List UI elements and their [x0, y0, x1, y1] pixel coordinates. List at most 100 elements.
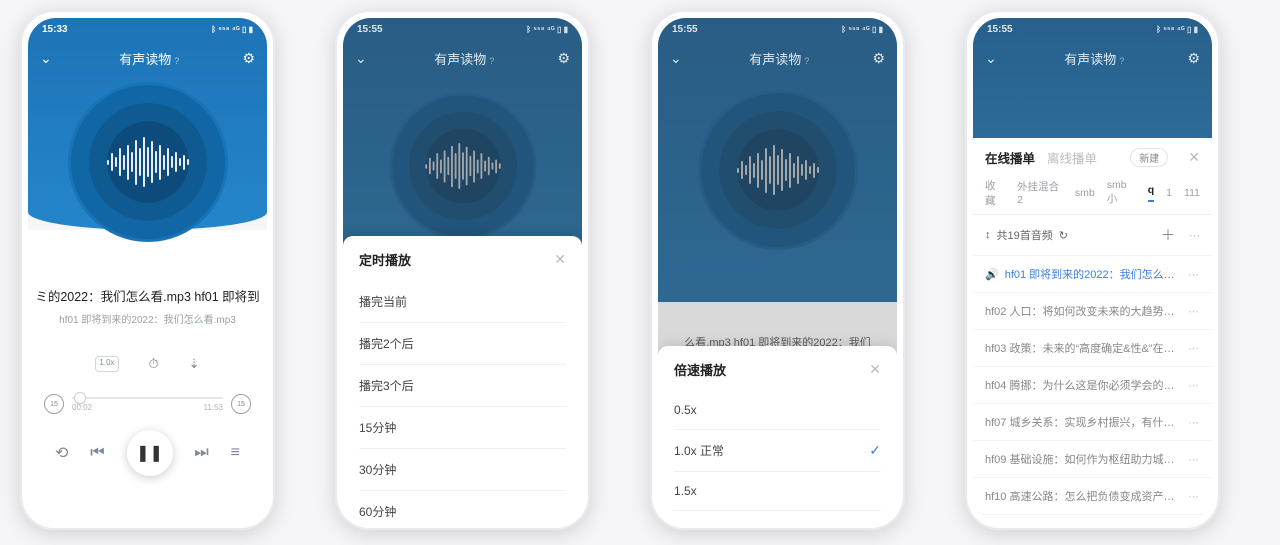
status-bar: 15:55 ᛒ ⁵⁵⁸ ⁴ᴳ ▯ ▮ [973, 18, 1212, 40]
help-icon[interactable]: ? [489, 56, 494, 66]
tab-online[interactable]: 在线播单 [985, 148, 1035, 167]
playlist-item[interactable]: hf07 城乡关系：实现乡村振兴，有什么...⋯ [973, 403, 1212, 440]
chevron-down-icon[interactable]: ⌄ [40, 50, 60, 67]
status-bar: 15:55 ᛒ ⁵⁵⁸ ⁴ᴳ ▯ ▮ [658, 18, 897, 40]
phone-timer: 15:55 ᛒ ⁵⁵⁸ ⁴ᴳ ▯ ▮ ⌄ 有声读物? ⚙ [335, 10, 590, 530]
waveform-icon [737, 145, 819, 195]
status-icons: ᛒ ⁵⁵⁸ ⁴ᴳ ▯ ▮ [1156, 25, 1198, 34]
waveform-icon [425, 143, 500, 189]
track-title: ミ的2022：我们怎么看.mp3 hf01 即将到 [28, 286, 267, 305]
repeat-icon[interactable]: ⟲ [55, 443, 68, 463]
header-title: 有声读物 [119, 52, 171, 67]
header-title: 有声读物 [1064, 52, 1116, 67]
more-icon[interactable]: ⋯ [1188, 416, 1200, 429]
playlist-item[interactable]: hf09 基础设施：如何作为枢纽助力城乡...⋯ [973, 440, 1212, 477]
header: ⌄ 有声读物? ⚙ [973, 40, 1212, 76]
status-time: 15:55 [672, 24, 698, 35]
check-icon: ✓ [869, 442, 881, 459]
rewind-15-button[interactable]: 15 [44, 394, 64, 414]
phone-speed: 15:55 ᛒ ⁵⁵⁸ ⁴ᴳ ▯ ▮ ⌄ 有声读物? ⚙ [650, 10, 905, 530]
playlist-item[interactable]: 🔊hf01 即将到来的2022：我们怎么看...⋯ [973, 255, 1212, 292]
sub-tab[interactable]: smb [1075, 187, 1095, 199]
timer-icon[interactable]: ⏱ [149, 356, 159, 372]
sub-tab[interactable]: q [1148, 184, 1154, 202]
shuffle-icon[interactable]: ↕ [985, 229, 991, 241]
status-time: 15:33 [42, 24, 68, 35]
waveform-icon [107, 137, 189, 187]
more-icon[interactable]: ⋯ [1188, 490, 1200, 503]
add-icon[interactable]: ＋ [1161, 225, 1175, 245]
speed-option[interactable]: 2.0x [674, 510, 881, 522]
sub-tab[interactable]: 1 [1166, 187, 1172, 199]
more-icon[interactable]: ⋯ [1188, 305, 1200, 318]
header: ⌄ 有声读物? ⚙ [343, 40, 582, 76]
playlist-icon[interactable]: ≡ [231, 444, 240, 462]
pause-button[interactable]: ❚❚ [127, 430, 173, 476]
download-icon[interactable]: ⇣ [189, 356, 200, 372]
playlist-item[interactable]: hf02 人口：将如何改变未来的大趋势？...⋯ [973, 292, 1212, 329]
timer-option[interactable]: 播完当前 [359, 281, 566, 322]
more-icon[interactable]: ⋯ [1189, 229, 1200, 242]
sub-tab[interactable]: 外挂混合2 [1017, 179, 1063, 206]
close-icon[interactable]: ✕ [1188, 149, 1200, 166]
gear-icon[interactable]: ⚙ [872, 50, 885, 67]
timer-option[interactable]: 30分钟 [359, 448, 566, 490]
gear-icon[interactable]: ⚙ [242, 50, 255, 67]
close-icon[interactable]: ✕ [869, 361, 881, 378]
progress-slider[interactable] [72, 397, 223, 399]
sub-tab[interactable]: 收藏 [985, 178, 1005, 208]
more-icon[interactable]: ⋯ [1188, 342, 1200, 355]
timer-option[interactable]: 播完3个后 [359, 364, 566, 406]
refresh-icon[interactable]: ↻ [1059, 229, 1068, 242]
speed-option[interactable]: 1.5x [674, 471, 881, 510]
status-icons: ᛒ ⁵⁵⁸ ⁴ᴳ ▯ ▮ [211, 25, 253, 34]
status-time: 15:55 [987, 24, 1013, 35]
chevron-down-icon[interactable]: ⌄ [985, 50, 1005, 67]
status-bar: 15:55 ᛒ ⁵⁵⁸ ⁴ᴳ ▯ ▮ [343, 18, 582, 40]
gear-icon[interactable]: ⚙ [557, 50, 570, 67]
gear-icon[interactable]: ⚙ [1187, 50, 1200, 67]
tab-offline[interactable]: 离线播单 [1047, 148, 1097, 167]
chevron-down-icon[interactable]: ⌄ [670, 50, 690, 67]
prev-track-icon[interactable]: ⏮ [90, 444, 104, 462]
timer-option[interactable]: 播完2个后 [359, 322, 566, 364]
status-bar: 15:33 ᛒ ⁵⁵⁸ ⁴ᴳ ▯ ▮ [28, 18, 267, 40]
header: ⌄ 有声读物? ⚙ [658, 40, 897, 76]
sub-tab[interactable]: smb小 [1107, 179, 1136, 206]
phone-playlist: 15:55 ᛒ ⁵⁵⁸ ⁴ᴳ ▯ ▮ ⌄ 有声读物? ⚙ 在线播单 离线播单 新… [965, 10, 1220, 530]
next-track-icon[interactable]: ⏭ [194, 444, 208, 462]
sub-tab[interactable]: 111 [1184, 187, 1200, 199]
timer-option[interactable]: 15分钟 [359, 406, 566, 448]
chevron-down-icon[interactable]: ⌄ [355, 50, 375, 67]
help-icon[interactable]: ? [174, 56, 179, 66]
help-icon[interactable]: ? [804, 56, 809, 66]
more-icon[interactable]: ⋯ [1188, 379, 1200, 392]
track-count: 共19首音频 [997, 227, 1053, 243]
status-time: 15:55 [357, 24, 383, 35]
speed-option[interactable]: 1.0x 正常✓ [674, 429, 881, 471]
playlist-item[interactable]: hf04 腾挪：为什么这是你必须学会的生...⋯ [973, 366, 1212, 403]
speed-button[interactable]: 1.0x [95, 356, 118, 372]
header-title: 有声读物 [749, 52, 801, 67]
playlist-panel: 在线播单 离线播单 新建 ✕ 收藏外挂混合2smbsmb小q1111 ↕ 共19… [973, 138, 1212, 522]
more-icon[interactable]: ⋯ [1188, 268, 1200, 281]
new-playlist-button[interactable]: 新建 [1130, 148, 1168, 167]
status-icons: ᛒ ⁵⁵⁸ ⁴ᴳ ▯ ▮ [526, 25, 568, 34]
sheet-title: 倍速播放 [674, 360, 726, 379]
header: ⌄ 有声读物? ⚙ [28, 40, 267, 76]
playlist-item[interactable]: hf13 智能制造：对中国制造业有哪些好...⋯ [973, 514, 1212, 522]
timer-option[interactable]: 60分钟 [359, 490, 566, 522]
status-icons: ᛒ ⁵⁵⁸ ⁴ᴳ ▯ ▮ [841, 25, 883, 34]
close-icon[interactable]: ✕ [554, 251, 566, 268]
playlist-item[interactable]: hf03 政策：未来的“高度确定&性&”在哪...⋯ [973, 329, 1212, 366]
forward-15-button[interactable]: 15 [231, 394, 251, 414]
speed-sheet: 倍速播放 ✕ 0.5x1.0x 正常✓1.5x2.0x [658, 346, 897, 522]
help-icon[interactable]: ? [1119, 56, 1124, 66]
speaker-icon: 🔊 [985, 268, 999, 281]
more-icon[interactable]: ⋯ [1188, 453, 1200, 466]
timer-sheet: 定时播放 ✕ 播完当前播完2个后播完3个后15分钟30分钟60分钟取消定时 [343, 236, 582, 522]
playlist-item[interactable]: hf10 高速公路：怎么把负债变成资产？...⋯ [973, 477, 1212, 514]
phone-player: 15:33 ᛒ ⁵⁵⁸ ⁴ᴳ ▯ ▮ ⌄ 有声读物? ⚙ [20, 10, 275, 530]
track-subtitle: hf01 即将到来的2022：我们怎么看.mp3 [28, 311, 267, 326]
speed-option[interactable]: 0.5x [674, 391, 881, 429]
